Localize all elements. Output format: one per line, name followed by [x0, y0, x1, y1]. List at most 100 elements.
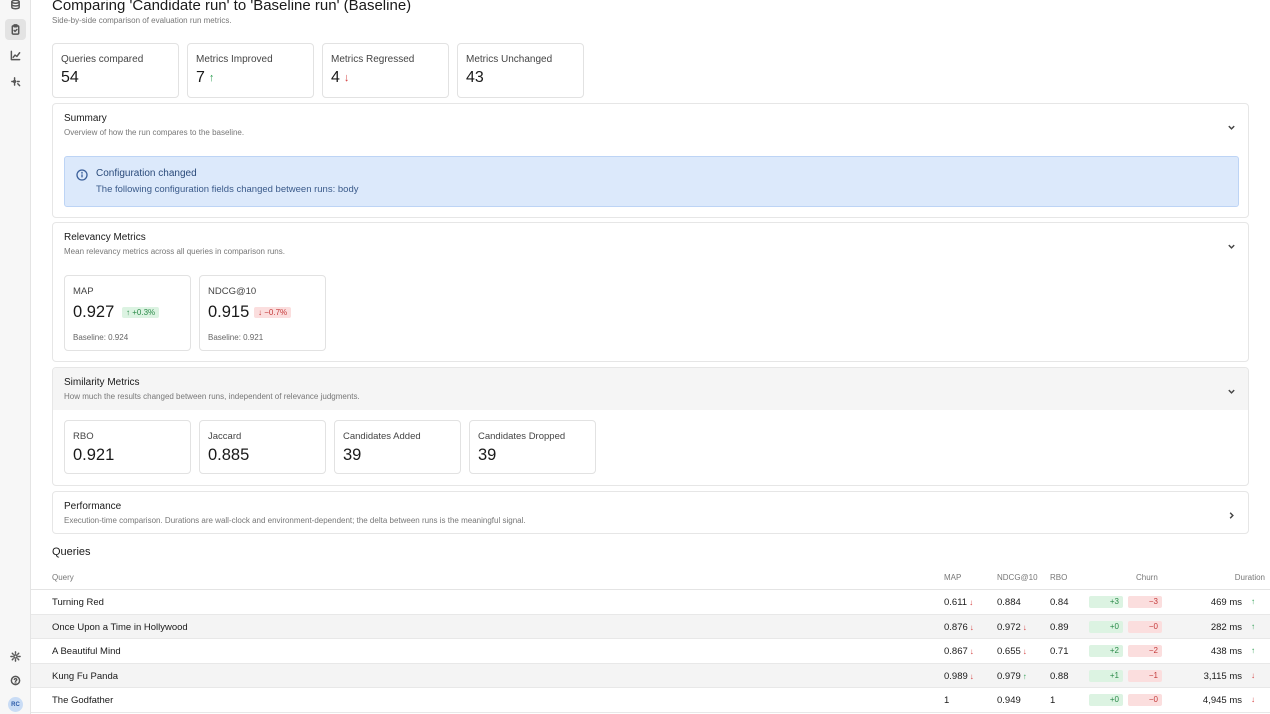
churn-added-chip: +1 [1089, 669, 1123, 682]
arrow-down-icon: ↓ [969, 647, 974, 656]
column-header-ndcg[interactable]: NDCG@10 [997, 573, 1038, 582]
settings-icon[interactable] [5, 646, 26, 667]
arrow-down-icon: ↓ [969, 622, 974, 632]
arrow-up-icon: ↑ [1251, 621, 1255, 631]
alert-title: Configuration changed [96, 168, 197, 179]
query-cell: Once Upon a Time in Hollywood [52, 621, 188, 633]
ndcg-cell: 0.949 [997, 695, 1021, 706]
stat-card-metrics-regressed: Metrics Regressed 4 ↓ [322, 43, 449, 98]
map-cell: 1 [944, 695, 950, 706]
summary-header[interactable]: Summary Overview of how the run compares… [53, 104, 1248, 146]
churn-added-chip: +0 [1089, 620, 1123, 633]
arrow-down-icon: ↓ [969, 598, 974, 607]
metric-card-map: MAP 0.927 ↑ +0.3% Baseline: 0.924 [64, 275, 191, 351]
column-header-duration[interactable]: Duration [1235, 573, 1265, 582]
metric-value: 0.921 [73, 446, 115, 464]
duration-cell: 469 ms [1210, 597, 1242, 608]
query-cell: Kung Fu Panda [52, 670, 119, 682]
help-icon[interactable] [5, 670, 26, 691]
arrow-up-icon: ↑ [1251, 646, 1255, 655]
main-content: Comparing 'Candidate run' to 'Baseline r… [31, 0, 1270, 714]
section-description: Overview of how the run compares to the … [64, 128, 245, 137]
duration-cell: 438 ms [1210, 646, 1242, 657]
chevron-down-icon[interactable] [1227, 119, 1236, 130]
metric-label: NDCG@10 [208, 286, 257, 297]
stat-value: 4 [331, 69, 340, 86]
table-row[interactable]: A Beautiful Mind 0.867 ↓ 0.655 ↓ 0.71 +2 −… [31, 639, 1270, 664]
baseline-value: Baseline: 0.924 [73, 333, 129, 342]
table-row[interactable]: The Godfather 1 0.949 1 +0 −0 4,945 ms ↓ [31, 688, 1270, 713]
alert-text: The following configuration fields chang… [96, 184, 359, 195]
sparkle-icon[interactable] [5, 71, 26, 92]
rbo-cell: 0.84 [1050, 597, 1069, 608]
stat-label: Metrics Unchanged [466, 54, 553, 65]
map-cell: 0.867 [944, 646, 968, 657]
stat-card-metrics-unchanged: Metrics Unchanged 43 [457, 43, 584, 98]
table-row[interactable]: Turning Red 0.611 ↓ 0.884 0.84 +3 −3 469 … [31, 590, 1270, 615]
column-header-map[interactable]: MAP [944, 573, 961, 582]
arrow-down-icon: ↓ [343, 72, 350, 84]
queries-table: Query MAP NDCG@10 RBO Churn Duration Tur… [31, 569, 1270, 713]
table-row[interactable]: Kung Fu Panda 0.989 ↓ 0.979 ↑ 0.88 +1 −1 3… [31, 663, 1270, 688]
query-cell: The Godfather [52, 695, 114, 706]
churn-dropped-chip: −0 [1128, 694, 1162, 706]
metric-value: 0.885 [208, 446, 250, 464]
arrow-down-icon: ↓ [1251, 695, 1255, 704]
map-cell: 0.611 [944, 597, 968, 608]
metric-label: Jaccard [208, 431, 242, 442]
table-header: Query MAP NDCG@10 RBO Churn Duration [31, 569, 1270, 590]
metric-card-jaccard: Jaccard 0.885 [199, 420, 326, 474]
rbo-cell: 1 [1050, 695, 1056, 706]
rbo-cell: 0.71 [1050, 646, 1069, 657]
arrow-down-icon: ↓ [1022, 622, 1027, 632]
map-cell: 0.876 [944, 621, 968, 633]
section-title: Summary [64, 113, 107, 124]
stat-label: Queries compared [61, 54, 144, 65]
section-description: How much the results changed between run… [64, 392, 360, 401]
performance-section[interactable]: Performance Execution-time comparison. D… [52, 491, 1249, 534]
metric-value: 39 [478, 446, 497, 464]
map-cell: 0.989 [944, 670, 968, 682]
clipboard-icon[interactable] [5, 19, 26, 40]
chevron-down-icon[interactable] [1227, 383, 1236, 394]
page-subtitle: Side-by-side comparison of evaluation ru… [52, 16, 232, 25]
relevancy-header[interactable]: Relevancy Metrics Mean relevancy metrics… [53, 223, 1248, 265]
page-title: Comparing 'Candidate run' to 'Baseline r… [52, 0, 412, 14]
metric-value: 0.927 [73, 303, 115, 321]
metric-card-rbo: RBO 0.921 [64, 420, 191, 474]
stat-value: 7 [196, 69, 205, 86]
metric-card-candidates-dropped: Candidates Dropped 39 [469, 420, 596, 474]
chart-icon[interactable] [5, 45, 26, 66]
section-title: Relevancy Metrics [64, 232, 146, 243]
query-cell: Turning Red [52, 597, 104, 608]
avatar[interactable]: RC [8, 697, 23, 712]
arrow-down-icon: ↓ [1022, 647, 1027, 656]
chevron-right-icon[interactable] [1227, 507, 1236, 519]
chevron-down-icon[interactable] [1227, 238, 1236, 249]
ndcg-cell: 0.884 [997, 597, 1021, 608]
delta-badge: ↓ −0.7% [254, 307, 292, 318]
table-row[interactable]: Once Upon a Time in Hollywood 0.876 ↓ 0.9… [31, 614, 1270, 639]
database-icon[interactable] [5, 0, 26, 15]
arrow-up-icon: ↑ [1251, 597, 1255, 606]
column-header-query[interactable]: Query [52, 573, 74, 582]
metric-card-ndcg10: NDCG@10 0.915 ↓ −0.7% Baseline: 0.921 [199, 275, 326, 351]
metric-value: 0.915 [208, 303, 250, 321]
rbo-cell: 0.89 [1050, 621, 1069, 633]
churn-dropped-chip: −2 [1128, 645, 1162, 657]
similarity-header[interactable]: Similarity Metrics How much the results … [53, 368, 1248, 410]
metric-card-candidates-added: Candidates Added 39 [334, 420, 461, 474]
metric-label: RBO [73, 431, 94, 442]
section-description: Execution-time comparison. Durations are… [64, 516, 526, 525]
similarity-section: Similarity Metrics How much the results … [52, 367, 1249, 486]
section-title: Performance [64, 501, 122, 512]
performance-header[interactable]: Performance Execution-time comparison. D… [53, 492, 1248, 533]
column-header-churn[interactable]: Churn [1136, 573, 1158, 582]
churn-added-chip: +3 [1089, 596, 1123, 608]
baseline-value: Baseline: 0.921 [208, 333, 264, 342]
churn-dropped-chip: −0 [1128, 620, 1162, 633]
churn-dropped-chip: −1 [1128, 669, 1162, 682]
section-description: Mean relevancy metrics across all querie… [64, 247, 285, 256]
column-header-rbo[interactable]: RBO [1050, 573, 1067, 582]
summary-section: Summary Overview of how the run compares… [52, 103, 1249, 218]
